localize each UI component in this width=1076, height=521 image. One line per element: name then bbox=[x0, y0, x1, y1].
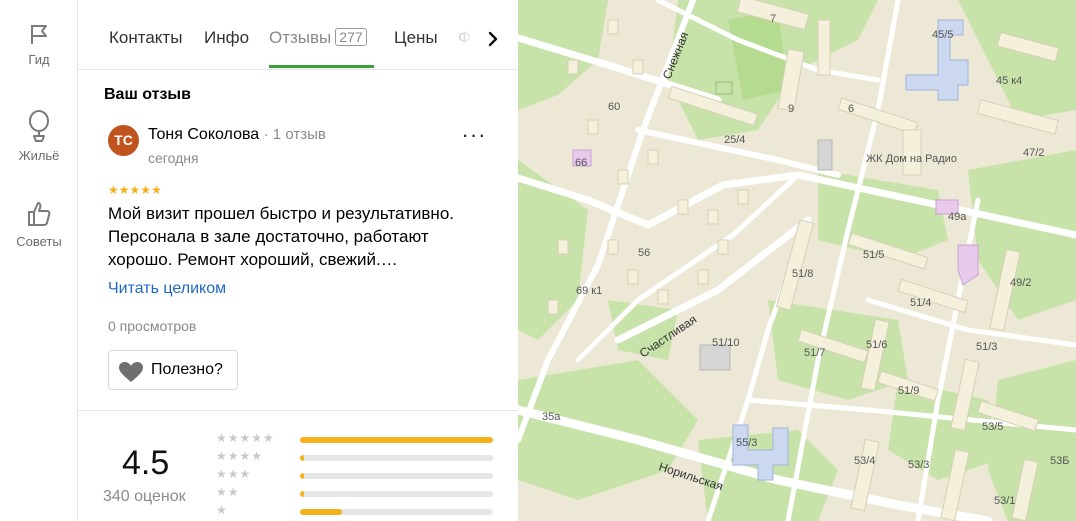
left-rail: Гид Жильё Советы bbox=[0, 0, 78, 521]
house-label: 49/2 bbox=[1010, 277, 1031, 289]
house-label: 53/3 bbox=[908, 459, 929, 471]
distribution-bar-fill bbox=[300, 473, 304, 479]
house-label: 51/4 bbox=[910, 297, 931, 309]
house-label: 53Б bbox=[1050, 455, 1069, 467]
house-label: 53/5 bbox=[982, 421, 1003, 433]
house-label: 45 к4 bbox=[996, 75, 1022, 87]
house-label: 51/9 bbox=[898, 385, 919, 397]
views-count: 0 просмотров bbox=[108, 318, 197, 334]
distribution-stars: ★★ bbox=[216, 485, 240, 499]
average-rating: 4.5 bbox=[122, 444, 170, 482]
distribution-stars: ★★★ bbox=[216, 467, 252, 481]
heart-icon bbox=[119, 362, 143, 382]
more-options-button[interactable]: ··· bbox=[460, 124, 488, 152]
distribution-bar-fill bbox=[300, 437, 493, 443]
house-label: 60 bbox=[608, 101, 620, 113]
tab-fade bbox=[452, 20, 482, 54]
distribution-bar-fill bbox=[300, 491, 304, 497]
house-label: 47/2 bbox=[1023, 147, 1044, 159]
read-more-link[interactable]: Читать целиком bbox=[108, 280, 226, 298]
house-label: 7 bbox=[770, 13, 776, 25]
map[interactable]: Снежная Счастливая Норильская 7 45/5 45 … bbox=[518, 0, 1076, 521]
house-label: 51/5 bbox=[863, 249, 884, 261]
house-label: 51/8 bbox=[792, 268, 813, 280]
house-label: 51/10 bbox=[712, 337, 740, 349]
house-label: 69 к1 bbox=[576, 285, 602, 297]
section-divider bbox=[78, 410, 518, 411]
tab-info[interactable]: Инфо bbox=[204, 28, 249, 48]
house-label: 6 bbox=[848, 103, 854, 115]
house-label: 45/5 bbox=[932, 29, 953, 41]
reviews-count-badge: 277 bbox=[335, 28, 367, 46]
distribution-bar-track bbox=[300, 437, 493, 443]
house-label: 53/4 bbox=[854, 455, 875, 467]
tab-bar: Контакты Инфо Отзывы277 Цены Ф bbox=[78, 0, 518, 70]
active-tab-underline bbox=[269, 65, 374, 68]
house-label: 49а bbox=[948, 211, 967, 223]
house-label: 51/7 bbox=[804, 347, 825, 359]
distribution-bar-track bbox=[300, 491, 493, 497]
distribution-stars: ★★★★★ bbox=[216, 431, 275, 445]
house-label: 51/6 bbox=[866, 339, 887, 351]
tab-prices[interactable]: Цены bbox=[394, 28, 438, 48]
your-review-title: Ваш отзыв bbox=[104, 86, 191, 103]
house-label: 53/1 bbox=[994, 495, 1015, 507]
rail-item-tips[interactable]: Советы bbox=[0, 200, 78, 249]
distribution-bar-track bbox=[300, 473, 493, 479]
review-author: Тоня Соколова · 1 отзыв bbox=[148, 126, 326, 144]
review-stars: ★★★★★ bbox=[108, 183, 162, 197]
distribution-bar-track bbox=[300, 509, 493, 515]
rail-item-guide[interactable]: Гид bbox=[0, 22, 78, 67]
avatar[interactable]: ТС bbox=[108, 125, 139, 156]
flag-icon bbox=[31, 25, 47, 44]
distribution-stars: ★ bbox=[216, 503, 228, 517]
author-review-count: · 1 отзыв bbox=[263, 126, 326, 143]
tab-reviews[interactable]: Отзывы 277 bbox=[269, 28, 367, 48]
grey-building bbox=[817, 139, 833, 171]
house-label: 35а bbox=[542, 411, 561, 423]
house-label: 56 bbox=[638, 247, 650, 259]
distribution-bar-track bbox=[300, 455, 493, 461]
review-text: Мой визит прошел быстро и результативно.… bbox=[108, 204, 455, 269]
distribution-bar-fill bbox=[300, 455, 304, 461]
house-label: 55/3 bbox=[736, 437, 757, 449]
distribution-bar-fill bbox=[300, 509, 342, 515]
helpful-button[interactable]: Полезно? bbox=[108, 350, 238, 390]
house-label: 66 bbox=[575, 157, 587, 169]
helpful-label: Полезно? bbox=[151, 361, 223, 378]
rail-label-housing: Жильё bbox=[18, 148, 60, 163]
rail-label-guide: Гид bbox=[28, 52, 50, 67]
tab-contacts[interactable]: Контакты bbox=[109, 28, 182, 48]
rail-label-tips: Советы bbox=[16, 234, 62, 249]
chevron-right-icon bbox=[488, 31, 498, 47]
rail-item-housing[interactable]: Жильё bbox=[0, 110, 78, 163]
author-name[interactable]: Тоня Соколова bbox=[148, 126, 259, 143]
review-panel: Контакты Инфо Отзывы277 Цены Ф Ваш отзыв… bbox=[78, 0, 518, 521]
distribution-stars: ★★★★ bbox=[216, 449, 264, 463]
tab-reviews-label: Отзывы bbox=[269, 28, 332, 47]
house-label: 9 bbox=[788, 103, 794, 115]
tabs-next-button[interactable] bbox=[482, 26, 504, 52]
balloon-icon bbox=[29, 110, 49, 142]
house-label: 25/4 bbox=[724, 134, 745, 146]
map-canvas[interactable]: Снежная Счастливая Норильская 7 45/5 45 … bbox=[518, 0, 1076, 521]
review-date: сегодня bbox=[148, 150, 199, 166]
house-label: ЖК Дом на Радио bbox=[866, 153, 957, 165]
thumbs-up-icon bbox=[28, 202, 51, 226]
park-kiosk bbox=[715, 81, 733, 95]
ratings-count: 340 оценок bbox=[103, 488, 186, 505]
house-label: 51/3 bbox=[976, 341, 997, 353]
